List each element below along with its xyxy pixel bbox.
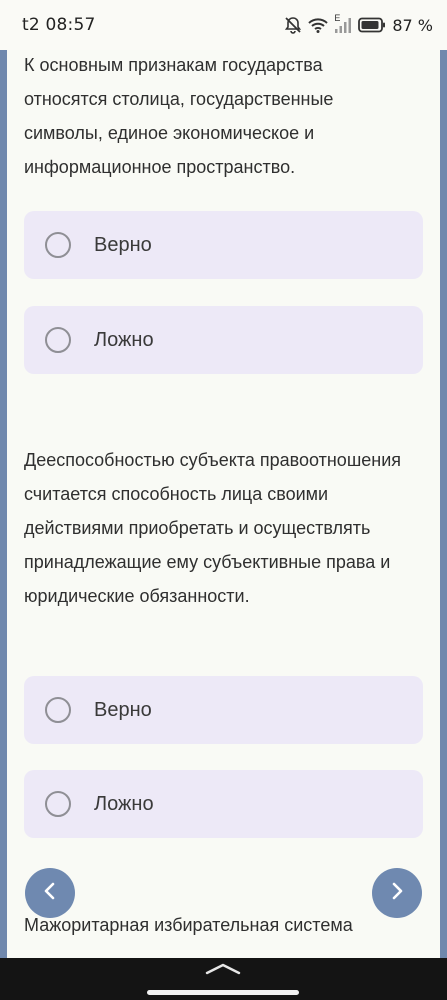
network-type-label: E — [334, 13, 341, 23]
status-icons: E 87 % — [284, 13, 433, 36]
previous-button[interactable] — [25, 868, 75, 918]
chevron-right-icon — [387, 881, 407, 906]
option-label: Верно — [94, 698, 152, 721]
battery-icon — [358, 17, 386, 33]
answer-option-false[interactable]: Ложно — [24, 306, 423, 374]
radio-button[interactable] — [45, 232, 71, 258]
radio-button[interactable] — [45, 791, 71, 817]
chevron-left-icon — [40, 881, 60, 906]
status-bar: t2 08:57 E 87 % — [0, 0, 447, 50]
radio-button[interactable] — [45, 327, 71, 353]
question-text: К основным признакам государства относят… — [24, 55, 334, 177]
question-text: Мажоритарная избирательная система — [24, 915, 353, 935]
battery-percent: 87 % — [392, 15, 433, 35]
wifi-icon — [308, 17, 329, 33]
answer-option-true[interactable]: Верно — [24, 211, 423, 279]
bell-off-icon — [284, 16, 302, 34]
quiz-panel: К основным признакам государства относят… — [7, 0, 440, 958]
system-nav-bar — [0, 958, 447, 1000]
signal-icon: E — [334, 13, 352, 34]
option-label: Ложно — [94, 328, 154, 351]
chevron-up-icon[interactable] — [203, 962, 243, 981]
answer-option-false[interactable]: Ложно — [24, 770, 423, 838]
question-text: Дееспособностью субъекта правоотношения … — [24, 450, 402, 606]
status-time: t2 08:57 — [22, 15, 96, 35]
answer-option-true[interactable]: Верно — [24, 676, 423, 744]
home-indicator[interactable] — [147, 990, 299, 995]
next-button[interactable] — [372, 868, 422, 918]
option-label: Верно — [94, 233, 152, 256]
option-label: Ложно — [94, 792, 154, 815]
radio-button[interactable] — [45, 697, 71, 723]
